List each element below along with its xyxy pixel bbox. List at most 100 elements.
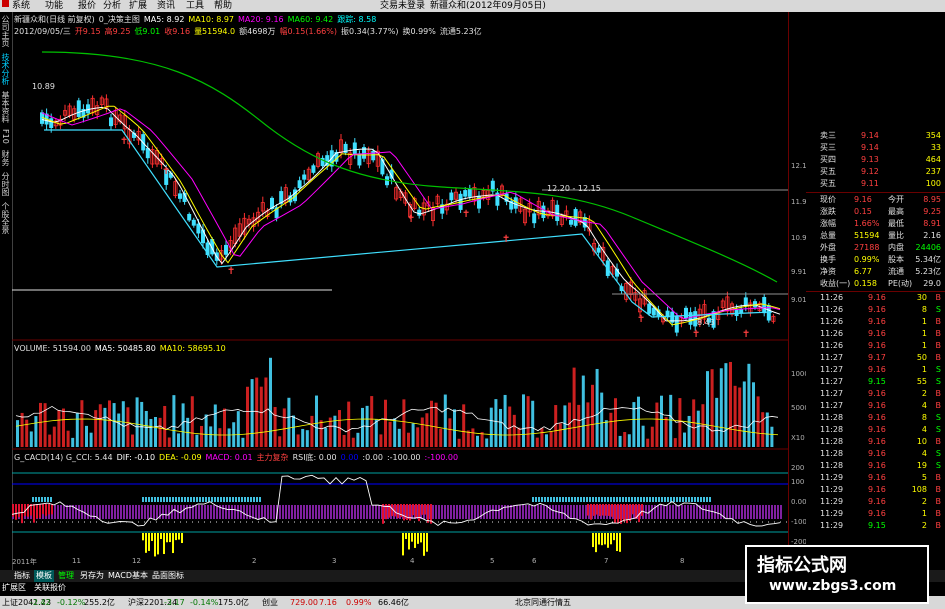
candle-body <box>596 247 601 253</box>
volume-bar <box>747 363 751 447</box>
quote-row: 卖三 9.14 354 <box>806 130 945 142</box>
tick-price: 9.16 <box>868 293 886 302</box>
signal-bar <box>217 497 219 502</box>
volume-bar <box>393 418 397 447</box>
volume-bar <box>457 438 461 447</box>
volume-bar <box>595 368 599 447</box>
sidebar-item-technical[interactable]: 技术分析 <box>0 53 11 85</box>
chart-area[interactable]: 新疆众和(日线 前复权) 0_决策主图 MA5: 8.92 MA10: 8.97 MA2… <box>12 12 813 557</box>
macd-bar <box>444 505 446 519</box>
signal-bar <box>148 497 150 502</box>
signal-bar <box>244 497 246 502</box>
volume-bar <box>388 421 392 447</box>
volume-bar <box>540 427 544 447</box>
menu-item-analysis[interactable]: 分析 <box>103 0 121 12</box>
login-status[interactable]: 交易未登录 <box>380 0 425 12</box>
tab-related-quote[interactable]: 关联报价 <box>34 582 66 594</box>
candle-body <box>684 307 689 319</box>
signal-bar <box>259 497 261 502</box>
volume-bar <box>250 379 254 447</box>
volume-bar <box>476 435 479 447</box>
macd-bar <box>372 505 374 519</box>
signal-bar <box>417 533 419 544</box>
tab-icons[interactable]: 品面图标 <box>152 570 184 582</box>
volume-bar <box>669 394 673 447</box>
tab-indicator[interactable]: 指标 <box>14 570 30 582</box>
macd-bar <box>513 505 515 519</box>
sidebar-item-overview[interactable]: 个股全景 <box>0 202 11 234</box>
macd-bar <box>492 505 494 519</box>
volume-bar <box>278 436 282 447</box>
tick-time: 11:28 <box>820 425 844 434</box>
buy-marker: ✝ <box>742 329 750 340</box>
header-field: :-100.00 <box>386 453 421 462</box>
candle-body <box>688 312 693 325</box>
volume-bar <box>347 401 351 447</box>
macd-bar <box>735 505 737 519</box>
tick-side: S <box>935 461 941 470</box>
stat-label: 今开 <box>888 195 904 204</box>
signal-bar <box>589 497 591 502</box>
kline-chart[interactable]: ✝ ✝ ✝ ✝ ✝ ✝ ✝ ✝ ✝ <box>12 12 788 557</box>
time-label: 11 <box>72 557 81 565</box>
tab-extension[interactable]: 扩展区 <box>2 582 26 594</box>
volume-bar <box>126 407 130 447</box>
macd-bar <box>681 505 683 519</box>
macd-bar <box>330 505 332 519</box>
volume-bar <box>103 407 107 447</box>
volume-bar <box>356 432 360 447</box>
menu-item-extend[interactable]: 扩展 <box>129 0 147 12</box>
signal-bar <box>538 497 540 502</box>
price-label-high: 10.89 <box>32 82 55 91</box>
macd-bar <box>282 505 284 519</box>
menu-item-system[interactable]: 系统 <box>12 0 30 12</box>
quote-row: 11:28 9.16 4 S <box>806 448 945 460</box>
macd-bar <box>216 505 218 519</box>
macd-bar <box>336 505 338 519</box>
volume-bar <box>397 428 401 447</box>
header-field: DIF: -0.10 <box>116 453 156 462</box>
macd-bar <box>531 505 533 519</box>
signal-bar <box>604 533 606 545</box>
signal-bar <box>166 497 168 502</box>
menu-item-tools[interactable]: 工具 <box>186 0 204 12</box>
volume-bar <box>112 403 116 447</box>
macd-bar <box>608 504 610 516</box>
stat-label: 外盘 <box>820 243 836 252</box>
macd-bar <box>483 505 485 519</box>
bid-label: 买五 <box>820 167 836 176</box>
price-label-mid: 12.20 - 12.15 <box>547 184 601 193</box>
menu-item-quote[interactable]: 报价 <box>78 0 96 12</box>
signal-bar <box>148 533 150 551</box>
macd-bar <box>453 505 455 519</box>
watermark-title: 指标公式网 <box>757 555 847 576</box>
sidebar-item-timeline[interactable]: 分时图 <box>0 172 11 196</box>
tab-template[interactable]: 模板 <box>34 570 54 582</box>
axis-label: X10 <box>791 434 805 442</box>
signal-bar <box>160 497 162 502</box>
time-label: 2011年 <box>12 558 37 566</box>
signal-bar <box>154 533 156 557</box>
stat-value: 9.16 <box>854 195 872 204</box>
volume-bar <box>453 409 456 447</box>
tab-manage[interactable]: 管理 <box>58 570 74 582</box>
menu-item-function[interactable]: 功能 <box>45 0 63 12</box>
sidebar-item-basic[interactable]: 基本资料 <box>0 91 11 123</box>
tick-volume: 4 <box>921 425 927 434</box>
sidebar-item-f10[interactable]: F10 <box>0 129 11 144</box>
tick-price: 9.15 <box>868 521 886 530</box>
tick-time: 11:29 <box>820 521 844 530</box>
tab-save-as[interactable]: 另存为 <box>80 570 104 582</box>
macd-bar <box>693 505 695 519</box>
tab-macd-basic[interactable]: MACD基本 <box>108 570 148 582</box>
menu-item-news[interactable]: 资讯 <box>157 0 175 12</box>
signal-bar <box>562 497 564 502</box>
signal-bar <box>541 497 543 502</box>
sidebar-item-finance[interactable]: 财务 <box>0 150 11 166</box>
menu-item-help[interactable]: 帮助 <box>214 0 232 12</box>
sidebar-item-company[interactable]: 公司主页 <box>0 15 11 47</box>
signal-bar <box>169 497 171 502</box>
tick-time: 11:27 <box>820 389 844 398</box>
header-field: MACD: 0.01 <box>205 453 253 462</box>
tick-side: S <box>935 413 941 422</box>
